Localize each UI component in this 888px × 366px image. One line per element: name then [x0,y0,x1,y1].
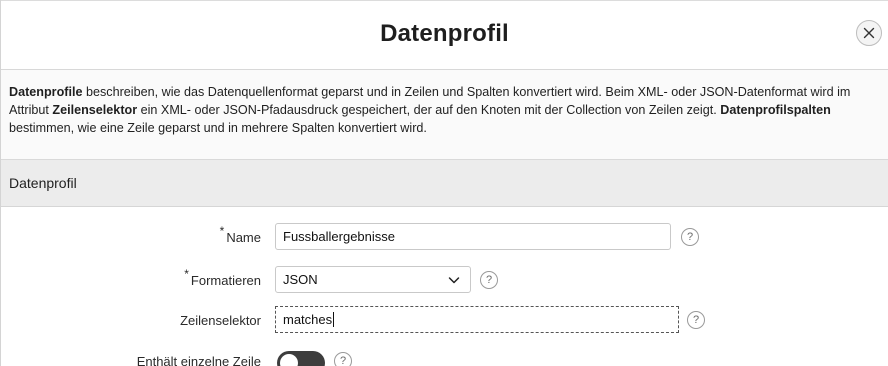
name-label: * Name [220,221,261,253]
dialog-description: Datenprofile beschreiben, wie das Datenq… [1,70,888,160]
name-input-value: Fussballergebnisse [283,229,396,244]
format-label-text: Formatieren [190,272,261,288]
chevron-down-icon [448,277,460,284]
description-text-3: bestimmen, wie eine Zeile geparst und in… [9,121,427,135]
row-selector-input[interactable]: matches [275,306,679,333]
toggle-knob [280,354,298,366]
description-term-profile-columns: Datenprofilspalten [720,103,831,117]
data-profile-form: * Name Fussballergebnisse ? * Formatiere… [1,207,888,366]
single-row-help-button[interactable]: ? [334,352,352,366]
format-label: * Formatieren [184,264,261,296]
required-marker: * [184,267,189,281]
name-label-text: Name [226,229,261,245]
format-select[interactable]: JSON [275,266,471,293]
form-row-name: * Name Fussballergebnisse ? [1,221,888,253]
single-row-label-text: Enthält einzelne Zeile [136,353,261,366]
close-icon [863,27,875,39]
row-selector-input-value: matches [283,312,333,327]
description-term-data-profiles: Datenprofile [9,85,83,99]
name-help-button[interactable]: ? [681,228,699,246]
region-title: Datenprofil [9,175,77,191]
single-row-toggle[interactable] [277,351,325,366]
format-select-value: JSON [283,272,318,287]
description-text-2: ein XML- oder JSON-Pfadausdruck gespeich… [137,103,721,117]
text-caret [333,312,335,327]
dialog-title: Datenprofil [380,20,509,47]
close-button[interactable] [856,20,882,46]
format-help-button[interactable]: ? [480,271,498,289]
dialog-titlebar: Datenprofil [1,0,888,70]
form-row-row-selector: Zeilenselektor matches ? [1,304,888,336]
data-profile-dialog: Datenprofil Datenprofile beschreiben, wi… [0,0,888,366]
required-marker: * [219,224,225,238]
help-icon: ? [686,231,694,243]
help-icon: ? [692,314,700,326]
single-row-label: Enthält einzelne Zeile [137,345,261,366]
name-input[interactable]: Fussballergebnisse [275,223,671,250]
help-icon: ? [339,355,347,366]
description-term-row-selector: Zeilenselektor [52,103,138,117]
row-selector-label-text: Zeilenselektor [180,312,261,328]
row-selector-label: Zeilenselektor [180,304,261,336]
region-header: Datenprofil [1,160,888,207]
form-row-single-row: Enthält einzelne Zeile ? [1,345,888,366]
form-row-format: * Formatieren JSON ? [1,264,888,296]
row-selector-help-button[interactable]: ? [687,311,705,329]
help-icon: ? [485,274,493,286]
